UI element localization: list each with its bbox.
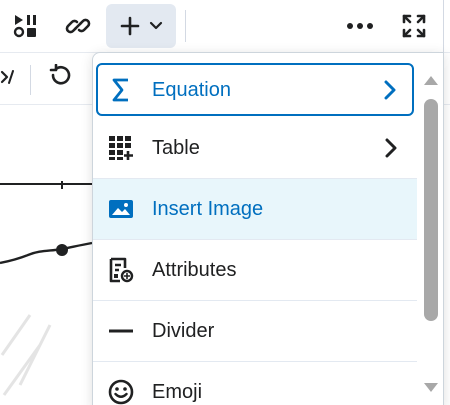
undo-button[interactable] <box>40 61 80 97</box>
menu-item-label: Divider <box>152 320 215 342</box>
toolbar-divider <box>185 10 186 42</box>
menu-list: Equation Table Insert Image Attributes D… <box>93 53 417 405</box>
fullscreen-icon <box>401 13 427 39</box>
menu-item-equation[interactable]: Equation <box>96 63 414 116</box>
menu-item-label: Attributes <box>152 259 237 281</box>
divider-icon <box>107 317 135 345</box>
editor-toolbar <box>0 0 450 52</box>
scroll-down-arrow-icon[interactable] <box>423 381 439 393</box>
menu-item-divider[interactable]: Divider <box>93 301 417 362</box>
chevron-right-icon <box>383 138 399 158</box>
sigma-icon <box>107 76 135 104</box>
image-icon <box>107 195 135 223</box>
fullscreen-button[interactable] <box>392 4 436 48</box>
chevron-right-icon <box>382 80 398 100</box>
more-icon <box>346 22 374 30</box>
scroll-up-arrow-icon[interactable] <box>423 73 439 85</box>
insert-dropdown-menu: Equation Table Insert Image Attributes D… <box>92 52 444 405</box>
embedded-graph-image <box>0 181 93 396</box>
undo-icon <box>47 63 73 95</box>
table-icon <box>107 134 135 162</box>
source-code-icon <box>0 68 18 91</box>
chevron-down-icon <box>149 21 163 31</box>
emoji-icon <box>107 378 135 405</box>
more-actions-button[interactable] <box>338 4 382 48</box>
menu-item-attributes[interactable]: Attributes <box>93 240 417 301</box>
menu-item-insert-image[interactable]: Insert Image <box>93 179 417 240</box>
source-code-button[interactable] <box>0 61 24 97</box>
menu-item-label: Insert Image <box>152 198 264 220</box>
arrange-icon <box>13 13 39 39</box>
menu-item-label: Equation <box>152 78 231 101</box>
link-icon <box>65 13 91 39</box>
toolbar-divider <box>30 65 31 95</box>
menu-item-label: Emoji <box>152 381 203 403</box>
menu-item-emoji[interactable]: Emoji <box>93 362 417 405</box>
attributes-icon <box>107 256 135 284</box>
menu-scrollbar[interactable] <box>417 53 443 405</box>
insert-menu-button[interactable] <box>106 4 176 48</box>
plus-icon <box>119 15 141 37</box>
link-button[interactable] <box>56 4 100 48</box>
arrange-button[interactable] <box>4 4 48 48</box>
menu-item-table[interactable]: Table <box>93 118 417 179</box>
scrollbar-thumb[interactable] <box>424 99 438 321</box>
menu-item-label: Table <box>152 137 200 159</box>
